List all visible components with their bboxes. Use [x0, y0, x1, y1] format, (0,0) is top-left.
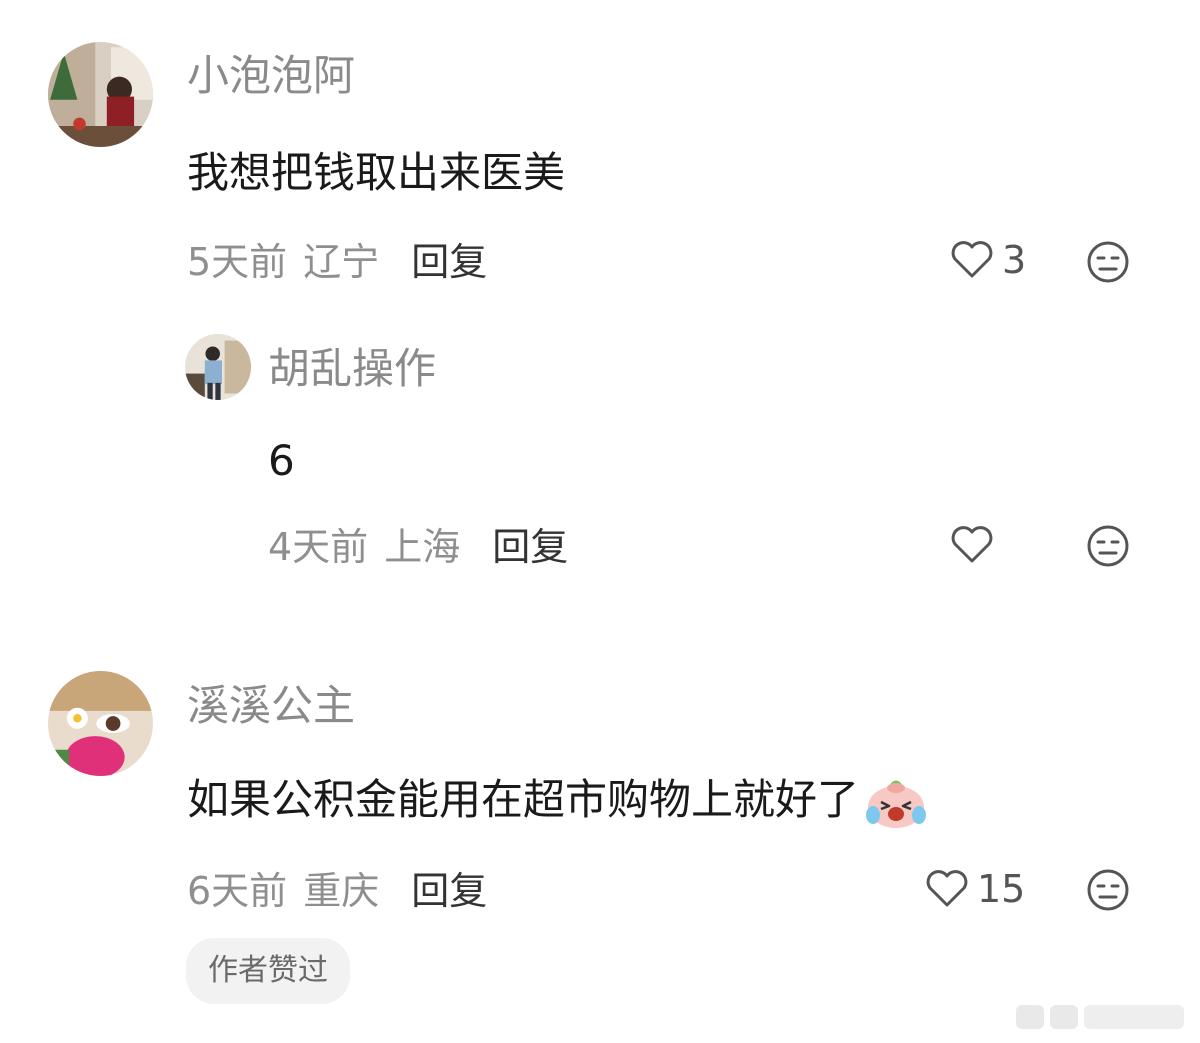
neutral-face-icon[interactable] — [1086, 868, 1130, 912]
avatar-image — [48, 42, 153, 147]
comment-text: 我想把钱取出来医美 — [187, 148, 566, 197]
avatar-image — [48, 671, 153, 776]
username[interactable]: 小泡泡阿 — [187, 55, 355, 97]
avatar-image — [185, 334, 251, 400]
comment-meta: 5天前 辽宁 回复 — [187, 243, 487, 281]
reply-button[interactable]: 回复 — [411, 872, 487, 910]
username[interactable]: 溪溪公主 — [187, 685, 355, 727]
comment-meta: 4天前 上海 回复 — [268, 528, 568, 566]
comment-text: 6 — [268, 436, 295, 485]
like-button[interactable]: 15 — [925, 869, 1025, 909]
location: 上海 — [384, 525, 461, 569]
like-button[interactable] — [950, 525, 1002, 565]
location: 重庆 — [303, 869, 380, 913]
crying-laughing-sticker — [866, 780, 927, 828]
neutral-face-icon[interactable] — [1086, 240, 1130, 284]
username[interactable]: 胡乱操作 — [268, 348, 436, 390]
location: 辽宁 — [303, 240, 380, 284]
comment-text-content: 如果公积金能用在超市购物上就好了 — [187, 775, 860, 824]
reply-button[interactable]: 回复 — [411, 243, 487, 281]
reply-button[interactable]: 回复 — [492, 528, 568, 566]
timestamp: 6天前 — [187, 869, 288, 913]
like-count: 15 — [977, 867, 1026, 911]
comment-text: 如果公积金能用在超市购物上就好了 — [187, 768, 929, 832]
comment-meta: 6天前 重庆 回复 — [187, 872, 487, 910]
watermark-graphic — [1016, 1005, 1184, 1029]
heart-outline-icon — [951, 526, 993, 563]
timestamp: 4天前 — [268, 525, 369, 569]
avatar[interactable] — [48, 42, 153, 147]
neutral-face-icon[interactable] — [1086, 524, 1130, 568]
heart-outline-icon — [951, 241, 993, 278]
like-count: 3 — [1002, 238, 1027, 282]
avatar[interactable] — [48, 671, 153, 776]
heart-outline-icon — [926, 870, 968, 907]
timestamp: 5天前 — [187, 240, 288, 284]
avatar[interactable] — [185, 334, 251, 400]
like-button[interactable]: 3 — [950, 240, 1026, 280]
author-liked-badge: 作者赞过 — [186, 938, 350, 1004]
